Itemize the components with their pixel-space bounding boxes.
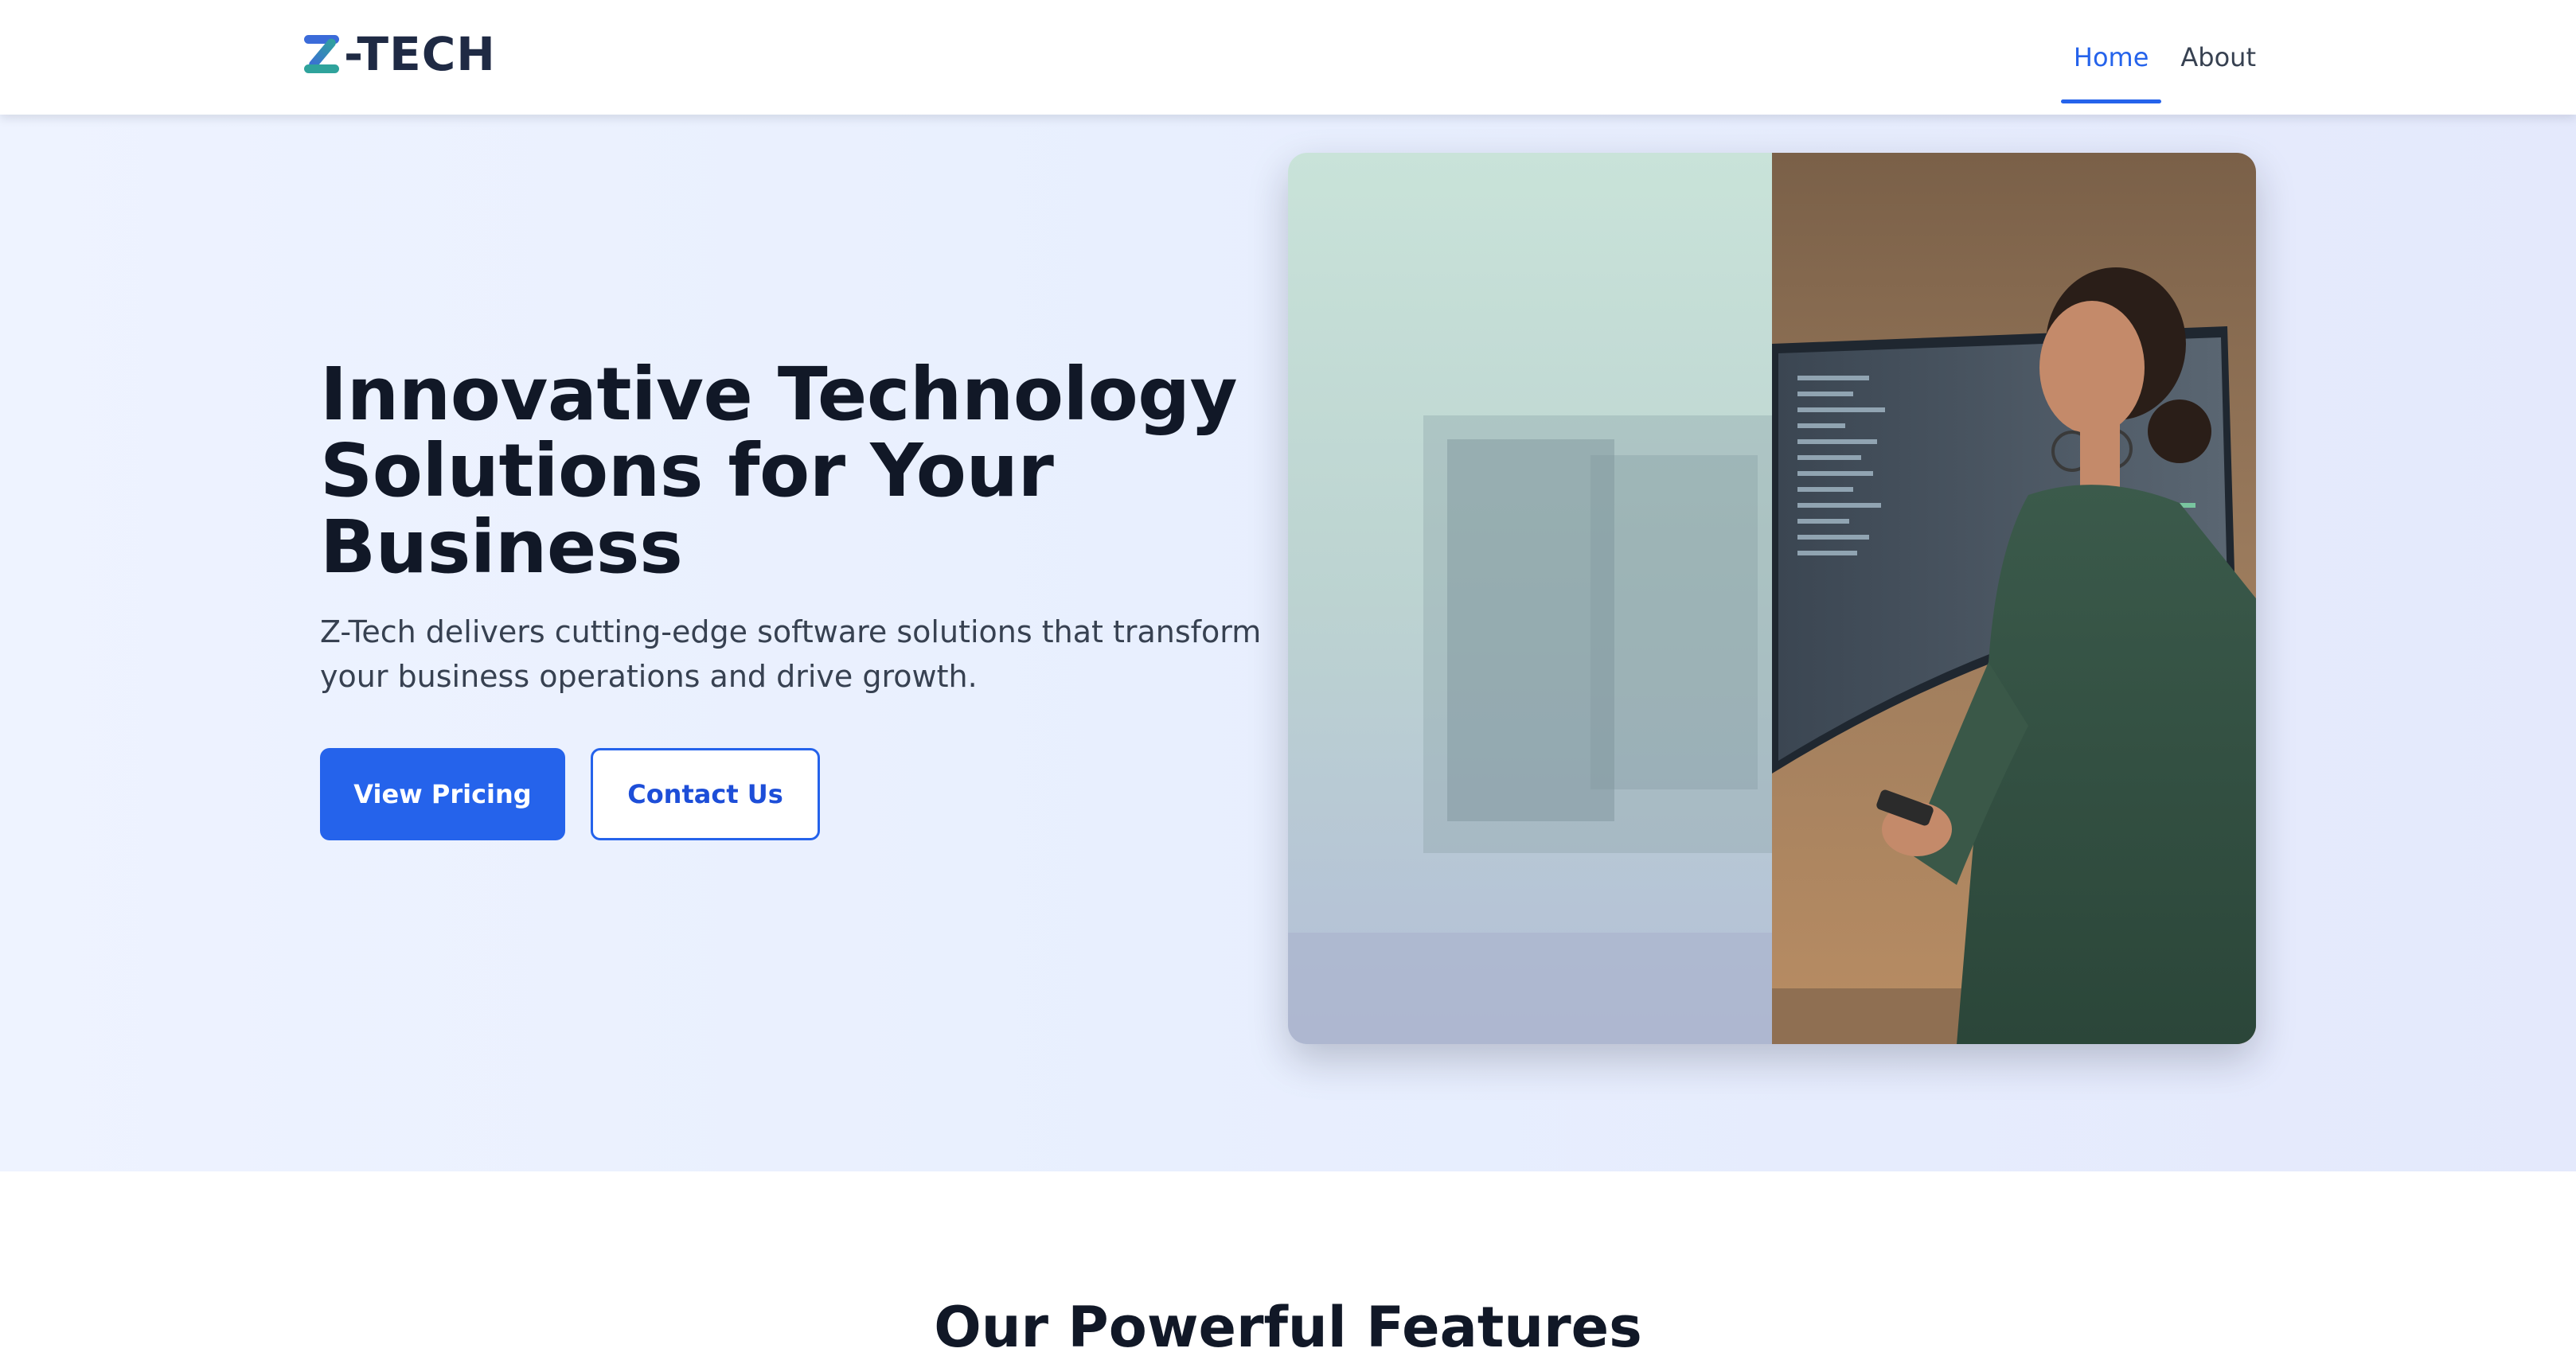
brand-wordmark: -TECH [344, 27, 496, 81]
hero-actions: View Pricing Contact Us [320, 748, 1307, 840]
contact-us-button[interactable]: Contact Us [591, 748, 820, 840]
hero-copy: Innovative Technology Solutions for Your… [320, 357, 1307, 840]
main-nav: Home About [2055, 0, 2269, 115]
hero-section: Innovative Technology Solutions for Your… [0, 115, 2576, 1171]
nav-home-link[interactable]: Home [2060, 0, 2162, 115]
hero-photo [1288, 153, 2256, 1044]
brand-logo[interactable]: -TECH [302, 29, 496, 80]
hero-subtitle: Z-Tech delivers cutting-edge software so… [320, 614, 1262, 694]
site-header: -TECH Home About [0, 0, 2576, 115]
nav-about-link[interactable]: About [2168, 0, 2269, 115]
view-pricing-button[interactable]: View Pricing [320, 748, 565, 840]
hero-title: Innovative Technology Solutions for Your… [320, 352, 1238, 590]
features-section: Our Powerful Features [0, 1171, 2576, 1359]
features-title: Our Powerful Features [934, 1295, 1642, 1360]
z-logo-icon [302, 32, 341, 76]
